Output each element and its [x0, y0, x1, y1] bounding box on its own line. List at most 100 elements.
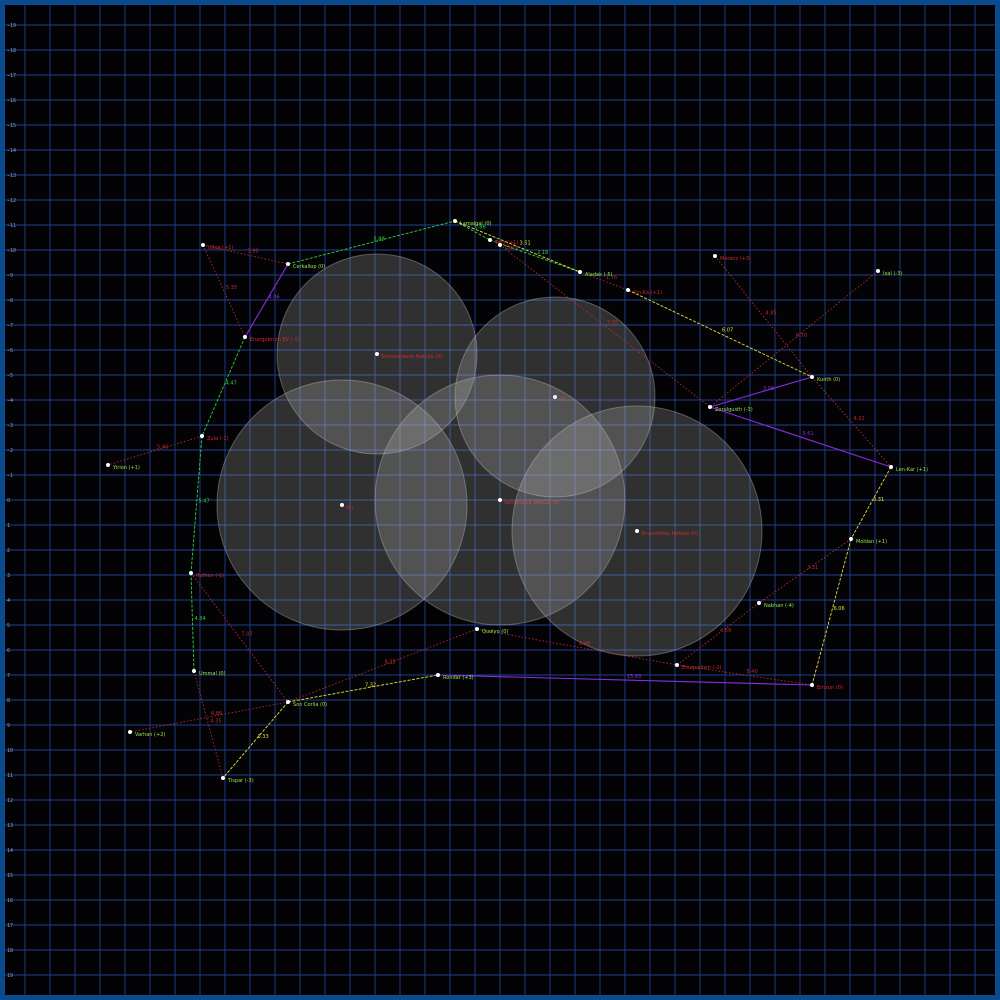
axis-tick-label: 15 — [7, 873, 13, 879]
route-distance-label: 8.48 — [579, 641, 590, 647]
axis-tick-label: -13 — [7, 173, 16, 179]
star-system[interactable]: Energobrum EV (-1) — [243, 335, 300, 343]
star-marker[interactable] — [757, 601, 761, 605]
route-distance-label: 3.31 — [807, 565, 818, 571]
axis-tick-label: 13 — [7, 823, 13, 829]
star-map[interactable]: -19 -18 -17 -16 -15 -14 -13 -12 -11 -10 -9 -8 -7 -6 -5… — [5, 5, 995, 995]
star-system[interactable]: Merenz (+3) — [713, 254, 751, 262]
star-system[interactable]: Tispar (-3) — [221, 776, 254, 784]
star-system-label: Ummal (0) — [199, 671, 226, 677]
star-marker[interactable] — [488, 238, 492, 242]
star-system-label: Ulloa (+1) — [208, 245, 233, 251]
star-system[interactable]: Aladak (-5) — [578, 270, 613, 278]
axis-tick-label: 6 — [7, 648, 10, 654]
star-marker[interactable] — [436, 673, 440, 677]
route-line — [709, 270, 879, 408]
star-marker[interactable] — [849, 537, 853, 541]
route-line — [193, 670, 224, 779]
star-system[interactable]: Kunth (0) — [810, 375, 840, 383]
star-marker[interactable] — [243, 335, 247, 339]
star-system[interactable]: Nabhan (-4) — [757, 601, 794, 609]
route-distance-label: 3.31 — [873, 497, 884, 503]
route-line — [287, 674, 439, 703]
star-marker[interactable] — [106, 463, 110, 467]
star-system[interactable]: Xin-Ka (+1) — [626, 288, 662, 296]
axis-tick-label: 11 — [7, 773, 13, 779]
star-marker[interactable] — [626, 288, 630, 292]
axis-tick-label: 0 — [7, 498, 10, 504]
star-marker[interactable] — [128, 730, 132, 734]
route-distance-label: 5.46 — [157, 445, 168, 451]
route-line — [627, 289, 813, 378]
star-marker[interactable] — [810, 375, 814, 379]
star-system[interactable]: Zorulgusth (-3) — [708, 405, 753, 413]
axis-tick-label: 16 — [7, 898, 13, 904]
axis-tick-label: -7 — [7, 323, 13, 329]
route-line — [107, 435, 203, 466]
axis-tick-label: -17 — [7, 73, 16, 79]
star-system-label: Len-Kar (+1) — [896, 467, 928, 473]
star-system[interactable]: Ummal (0) — [192, 669, 226, 677]
axis-tick-label: 9 — [7, 723, 10, 729]
star-system[interactable]: Lamalgal (0) — [453, 219, 492, 227]
star-system[interactable]: Zula (-1) — [200, 434, 229, 442]
star-marker[interactable] — [810, 683, 814, 687]
route-line — [850, 466, 892, 540]
route-distance-label: 4.35 — [211, 719, 222, 725]
axis-tick-label: 19 — [7, 973, 13, 979]
route-distance-label: 6.07 — [722, 328, 733, 334]
star-marker[interactable] — [475, 627, 479, 631]
star-marker[interactable] — [498, 243, 502, 247]
axis-tick-label: -12 — [7, 198, 16, 204]
star-system[interactable]: Ixal (-3) — [876, 269, 902, 277]
star-system[interactable]: Rondar (+3) — [436, 673, 474, 681]
star-marker[interactable] — [453, 219, 457, 223]
star-marker[interactable] — [192, 669, 196, 673]
star-marker[interactable] — [286, 700, 290, 704]
star-marker[interactable] — [889, 465, 893, 469]
star-marker[interactable] — [675, 663, 679, 667]
nebula-label: Stravrothes Nebula (0) — [641, 531, 698, 537]
star-system-label: Zorulgusth (-3) — [715, 407, 753, 413]
star-marker[interactable] — [708, 405, 712, 409]
route-distance-label: 6.70 — [796, 333, 807, 339]
star-marker[interactable] — [201, 243, 205, 247]
axis-tick-label: 18 — [7, 948, 13, 954]
star-system-label: Energobrum EV (-1) — [250, 337, 300, 343]
star-system-label: Lamalgal (0) — [460, 221, 492, 227]
route-distance-label: 3.33 — [258, 734, 269, 740]
star-marker[interactable] — [200, 434, 204, 438]
nebula[interactable]: Stravrothes Nebula (0) — [511, 405, 763, 657]
star-system[interactable]: Ernzun (0) — [810, 683, 843, 691]
star-marker[interactable] — [221, 776, 225, 780]
star-map-canvas[interactable]: -19-18-17-16-15-14-13-12-11-10-9-8-7-6-5… — [5, 5, 995, 995]
star-system-label: Cerkallop (0) — [293, 264, 325, 270]
route-distance-label: 3.51 — [520, 241, 531, 247]
axis-tick-label: -18 — [7, 48, 16, 54]
star-system[interactable]: Moldan (+1) — [849, 537, 887, 545]
route-distance-label: 5.47 — [199, 499, 210, 505]
star-system[interactable]: Quolyn (0) — [475, 627, 508, 635]
axis-tick-label: -15 — [7, 123, 16, 129]
axis-tick-label: 5 — [7, 623, 10, 629]
nebula-center-marker — [340, 503, 344, 507]
star-marker[interactable] — [876, 269, 880, 273]
star-system[interactable]: Evuquelism (-2) — [675, 663, 721, 671]
star-system[interactable]: Len-Kar (+1) — [889, 465, 928, 473]
star-marker[interactable] — [189, 571, 193, 575]
nebula-label: Somasedanis Nebula (0) — [381, 354, 442, 360]
route-distance-label: 4.34 — [195, 616, 206, 622]
route-line — [811, 538, 852, 686]
route-distance-label: 7.07 — [242, 632, 253, 638]
star-marker[interactable] — [713, 254, 717, 258]
star-system-label: Ernzun (0) — [817, 685, 843, 691]
route-distance-label: 15.63 — [627, 674, 641, 680]
star-marker[interactable] — [578, 270, 582, 274]
route-distance-label: 6.06 — [834, 606, 845, 612]
star-system[interactable]: Varhan (+2) — [128, 730, 165, 738]
star-system[interactable]: Son Corlia (0) — [286, 700, 327, 708]
star-marker[interactable] — [286, 262, 290, 266]
route-line — [129, 701, 289, 733]
star-system[interactable]: Cerkallop (0) — [286, 262, 325, 270]
route-distance-label: 5.40 — [747, 669, 758, 675]
